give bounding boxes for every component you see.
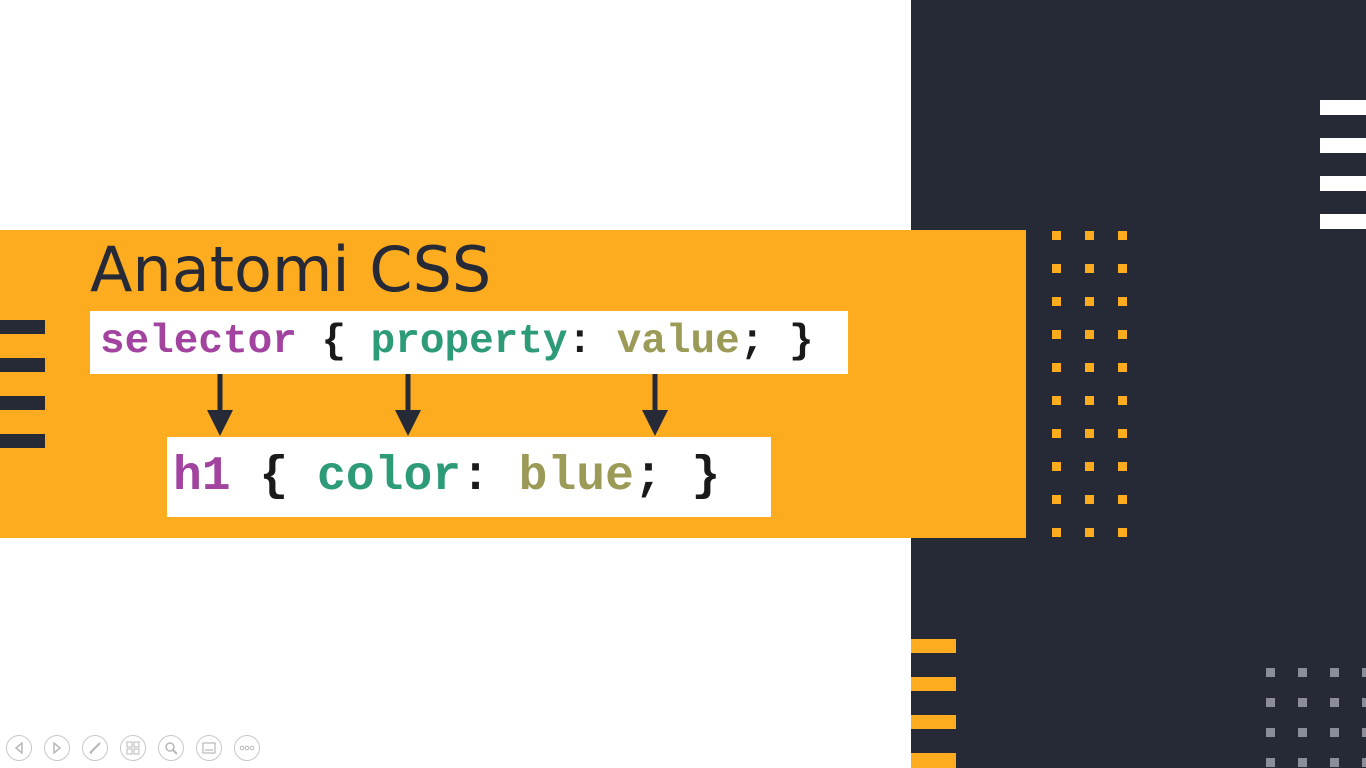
next-icon[interactable] (44, 735, 70, 761)
css-example-code: h1 { color: blue; } (167, 437, 771, 517)
example-open-brace: { (230, 450, 318, 504)
slides-icon[interactable] (120, 735, 146, 761)
mapping-arrows (207, 374, 668, 436)
previous-icon[interactable] (6, 735, 32, 761)
example-value: blue (518, 450, 634, 504)
more-icon[interactable] (234, 735, 260, 761)
example-selector: h1 (173, 450, 231, 504)
pen-icon[interactable] (82, 735, 108, 761)
subtitles-icon[interactable] (196, 735, 222, 761)
zoom-icon[interactable] (158, 735, 184, 761)
example-property: color (317, 450, 462, 504)
example-close-brace: ; } (633, 450, 721, 504)
example-colon: : (461, 450, 519, 504)
